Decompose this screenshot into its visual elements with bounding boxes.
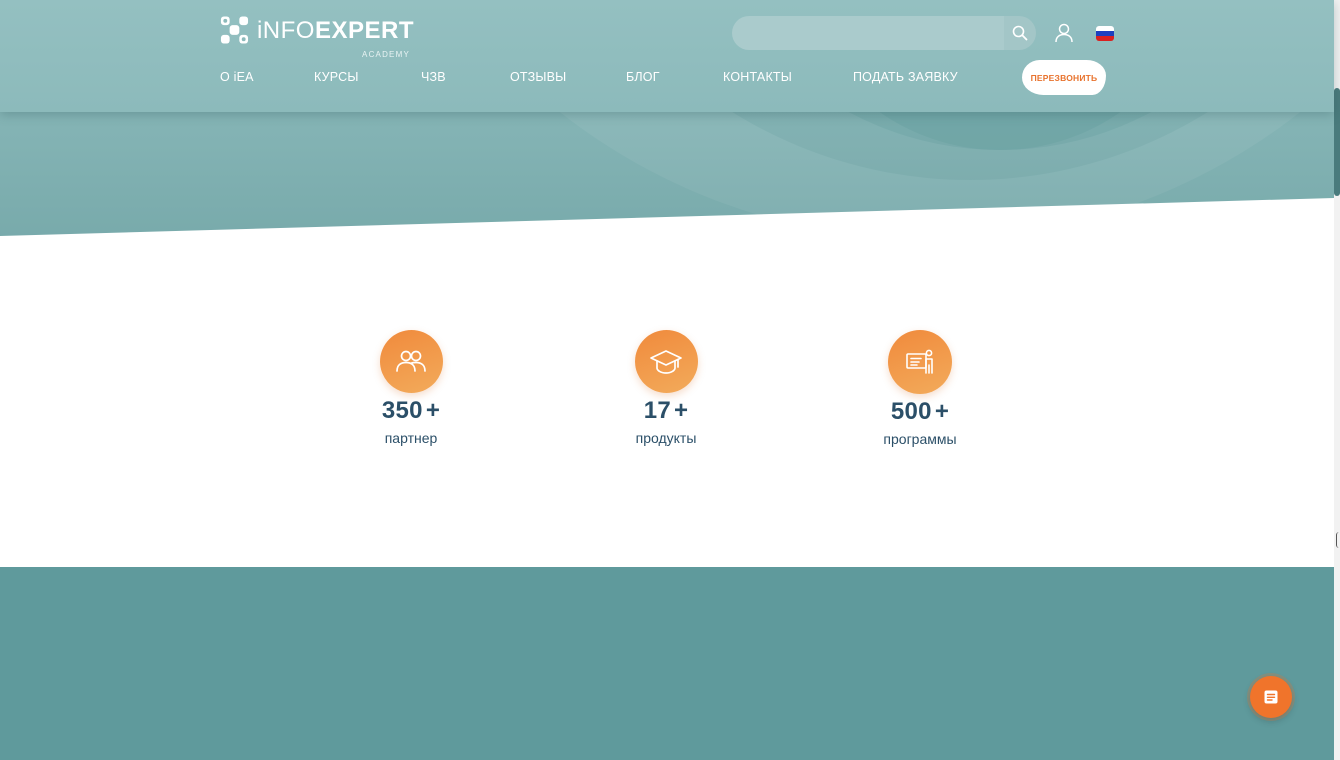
- search-icon: [1012, 25, 1028, 41]
- stat-icon-circle: [379, 330, 443, 393]
- chat-icon: [1264, 690, 1278, 704]
- language-selector[interactable]: [1096, 26, 1114, 41]
- nav-item-apply[interactable]: ПОДАТЬ ЗАЯВКУ: [853, 70, 958, 84]
- logo-brand-bold: EXPERT: [314, 17, 414, 44]
- stat-suffix: +: [934, 398, 950, 425]
- nav-item-blog[interactable]: БЛОГ: [626, 70, 660, 84]
- stat-suffix: +: [673, 397, 689, 424]
- stat-icon-circle: [888, 330, 952, 394]
- stat-partners: 350 + партнер: [331, 330, 491, 446]
- logo-wordmark: iNFOEXPERT ACADEMY: [256, 17, 414, 60]
- nav-item-contacts[interactable]: КОНТАКТЫ: [723, 70, 792, 84]
- edge-tab: [1336, 532, 1340, 548]
- stats-section: 350 + партнер 17 + продукты 500 + програ…: [0, 330, 1334, 470]
- stat-number: 17: [643, 397, 671, 424]
- nav-item-faq[interactable]: ЧЗВ: [421, 70, 446, 84]
- nav-item-courses[interactable]: КУРСЫ: [314, 70, 359, 84]
- stat-number: 350: [381, 397, 423, 424]
- stat-value: 500 +: [840, 398, 1000, 426]
- stat-label: продукты: [635, 430, 697, 446]
- stat-label: программы: [883, 431, 957, 447]
- partners-icon: [396, 350, 426, 372]
- stat-label: партнер: [384, 430, 438, 446]
- logo-mark-icon: [220, 16, 249, 44]
- user-icon: [1055, 23, 1073, 43]
- stat-number: 500: [890, 398, 932, 425]
- main-navigation: О iEA КУРСЫ ЧЗВ ОТЗЫВЫ БЛОГ КОНТАКТЫ ПОД…: [0, 70, 1334, 88]
- logo-brand-light: iNFO: [256, 17, 315, 44]
- search-bar: [732, 16, 1036, 50]
- stat-value: 350 +: [331, 397, 491, 425]
- stat-products: 17 + продукты: [586, 330, 746, 446]
- teal-section: [0, 567, 1334, 760]
- search-input[interactable]: [732, 16, 1004, 50]
- nav-item-reviews[interactable]: ОТЗЫВЫ: [510, 70, 566, 84]
- scrollbar-thumb[interactable]: [1334, 88, 1340, 196]
- search-button[interactable]: [1004, 16, 1036, 50]
- stat-value: 17 +: [586, 397, 746, 425]
- chat-button[interactable]: [1250, 676, 1292, 718]
- graduation-cap-icon: [650, 349, 682, 374]
- stat-programs: 500 + программы: [840, 330, 1000, 447]
- site-logo[interactable]: iNFOEXPERT ACADEMY: [219, 14, 414, 60]
- stat-icon-circle: [634, 330, 698, 393]
- callback-button[interactable]: ПЕРЕЗВОНИТЬ: [1022, 60, 1106, 95]
- site-header: iNFOEXPERT ACADEMY О iEA КУРСЫ ЧЗВ ОТЗЫВ…: [0, 0, 1334, 112]
- logo-subtitle: ACADEMY: [362, 50, 410, 59]
- presentation-icon: [906, 349, 933, 374]
- nav-item-about[interactable]: О iEA: [220, 70, 254, 84]
- user-account-button[interactable]: [1053, 22, 1075, 44]
- flag-stripe: [1096, 36, 1114, 41]
- stat-suffix: +: [425, 397, 441, 424]
